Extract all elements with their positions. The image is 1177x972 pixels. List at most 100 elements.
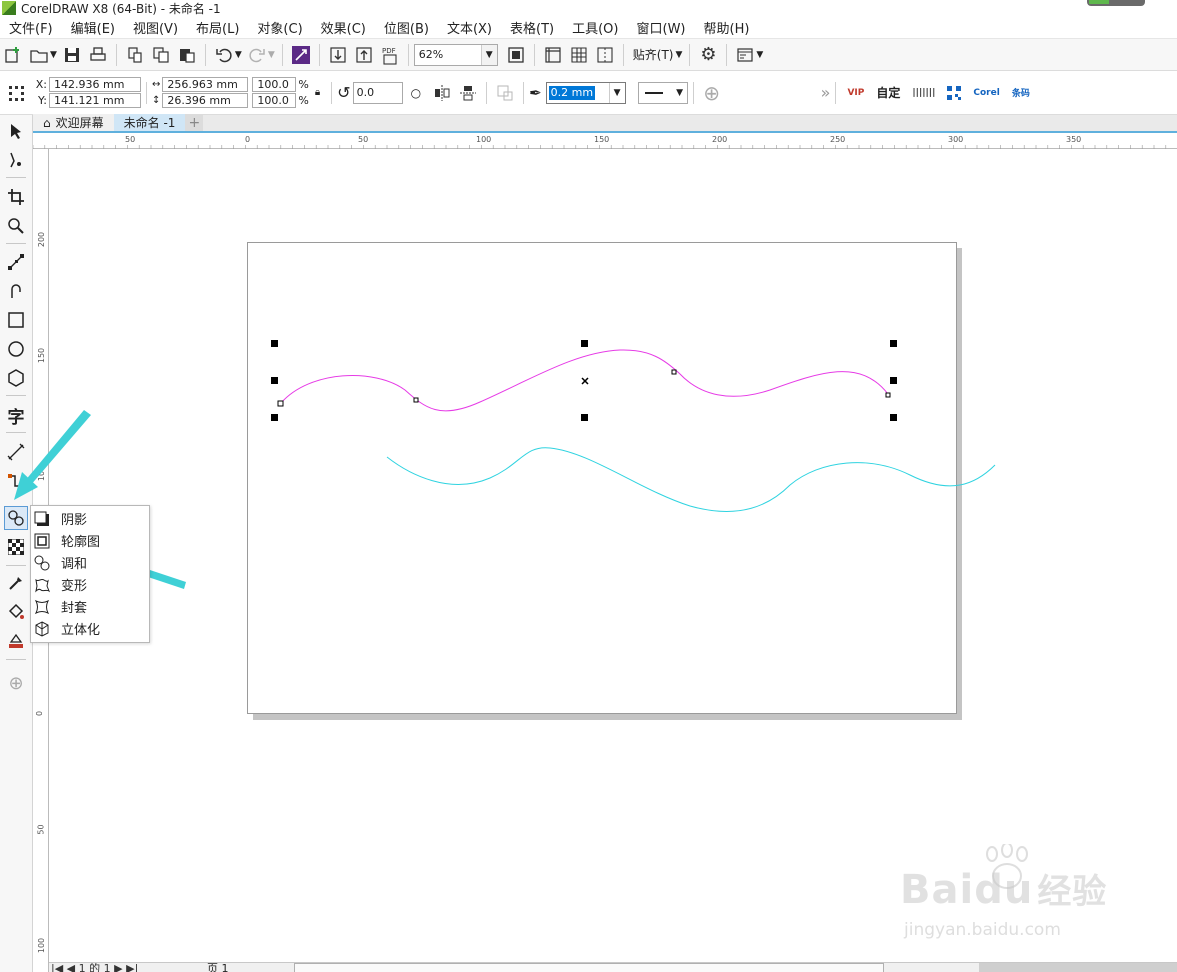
blend-tool-icon[interactable] [4,506,28,530]
flyout-item-drop-shadow[interactable]: 阴影 [33,508,148,529]
new-document-icon[interactable] [1,43,25,67]
open-folder-icon[interactable] [27,43,51,67]
crop-tool-icon[interactable] [4,185,28,209]
rotation-angle-field[interactable]: 0.0 [352,81,403,104]
full-screen-icon[interactable] [504,43,528,67]
shape-tool-icon[interactable] [4,148,28,172]
open-dropdown-icon[interactable]: ▼ [50,50,57,60]
qrcode-plugin-icon[interactable] [942,81,966,105]
redo-dropdown-icon[interactable]: ▼ [268,50,275,60]
corel-plugin-icon[interactable]: Corel [973,88,999,98]
zoom-dropdown-arrow-icon[interactable]: ▼ [480,44,497,65]
smart-fill-tool-icon[interactable] [4,629,28,653]
artistic-media-tool-icon[interactable] [4,279,28,303]
menu-window[interactable]: 窗口(W) [628,18,695,37]
options-gear-icon[interactable]: ⚙ [696,43,720,67]
pick-tool-icon[interactable] [4,119,28,143]
y-position-field[interactable]: 141.121 mm [49,93,141,108]
show-grid-icon[interactable] [567,43,591,67]
add-icon[interactable]: ⊕ [700,81,724,105]
menu-file[interactable]: 文件(F) [0,18,62,37]
import-icon[interactable] [326,43,350,67]
menu-help[interactable]: 帮助(H) [695,18,759,37]
prev-page-icon[interactable]: ◀ [67,963,75,972]
undo-dropdown-icon[interactable]: ▼ [235,50,242,60]
copy-icon[interactable] [149,43,173,67]
flyout-item-envelope[interactable]: 封套 [33,596,148,617]
vip-plugin-icon[interactable]: VIP [847,88,864,98]
polygon-tool-icon[interactable] [4,366,28,390]
mirror-vertical-icon[interactable] [456,81,480,105]
show-rulers-icon[interactable] [541,43,565,67]
connector-tool-icon[interactable] [4,469,28,493]
customize-toolbox-icon[interactable]: ⊕ [4,671,28,695]
scale-y-field[interactable]: 100.0 [252,93,297,108]
menu-bitmaps[interactable]: 位图(B) [375,18,438,37]
page-navigation[interactable]: |◀ ◀ 1 的 1 ▶ ▶| [51,963,138,972]
menu-layout[interactable]: 布局(L) [187,18,248,37]
application-launcher-icon[interactable] [733,43,757,67]
lock-ratio-icon[interactable]: 🔒︎ [315,87,320,98]
new-tab-plus-icon[interactable]: + [185,114,204,131]
mirror-horizontal-icon[interactable] [430,81,454,105]
more-options-icon[interactable]: » [821,83,831,102]
flyout-item-extrude[interactable]: 立体化 [33,618,148,639]
search-content-icon[interactable] [289,43,313,67]
object-origin-icon[interactable] [4,81,28,105]
launcher-dropdown-icon[interactable]: ▼ [756,50,763,60]
barcode-cn-plugin-icon[interactable]: 条码 [1012,86,1030,99]
eyedropper-tool-icon[interactable] [4,571,28,595]
last-page-icon[interactable]: ▶| [126,963,138,972]
menu-table[interactable]: 表格(T) [501,18,563,37]
zoom-level-dropdown[interactable]: 62% ▼ [413,43,498,66]
save-icon[interactable] [60,43,84,67]
snap-to-button[interactable]: 贴齐(T) [633,46,674,63]
to-curves-icon[interactable] [493,81,517,105]
freehand-tool-icon[interactable] [4,250,28,274]
outline-pen-icon[interactable]: ✒ [529,84,542,102]
rectangle-tool-icon[interactable] [4,308,28,332]
horizontal-scrollbar[interactable] [294,963,884,972]
ellipse-tool-icon[interactable] [4,337,28,361]
interactive-fill-tool-icon[interactable] [4,600,28,624]
menu-object[interactable]: 对象(C) [248,18,311,37]
redo-icon[interactable] [245,43,269,67]
scale-x-field[interactable]: 100.0 [252,77,297,92]
tab-welcome-screen[interactable]: ⌂ 欢迎屏幕 [33,114,114,131]
cut-icon[interactable] [123,43,147,67]
line-style-arrow-icon[interactable]: ▼ [673,83,687,103]
first-page-icon[interactable]: |◀ [51,963,63,972]
menu-text[interactable]: 文本(X) [438,18,501,37]
custom-plugin-icon[interactable]: 自定 [876,84,900,101]
text-tool-icon[interactable]: 字 [4,403,28,428]
paste-icon[interactable] [175,43,199,67]
parallel-dimension-tool-icon[interactable] [4,440,28,464]
object-width-field[interactable]: 256.963 mm [162,77,249,92]
object-height-field[interactable]: 26.396 mm [162,93,249,108]
outline-width-arrow-icon[interactable]: ▼ [608,82,625,103]
menu-tools[interactable]: 工具(O) [563,18,627,37]
menu-view[interactable]: 视图(V) [124,18,187,37]
tab-document[interactable]: 未命名 -1 [113,114,186,131]
menu-edit[interactable]: 编辑(E) [62,18,124,37]
page-tab-1[interactable]: 页 1 [207,963,229,972]
barcode-plugin-icon[interactable]: ||||||| [912,88,935,98]
window-controls[interactable] [1087,0,1145,6]
zoom-tool-icon[interactable] [4,214,28,238]
document-page[interactable] [247,242,957,714]
menu-effects[interactable]: 效果(C) [312,18,375,37]
transparency-tool-icon[interactable] [4,535,28,559]
outline-width-dropdown[interactable]: 0.2 mm ▼ [545,81,626,104]
snap-dropdown-icon[interactable]: ▼ [675,50,682,60]
undo-icon[interactable] [212,43,236,67]
export-icon[interactable] [352,43,376,67]
print-icon[interactable] [86,43,110,67]
show-guidelines-icon[interactable] [593,43,617,67]
flyout-item-distort[interactable]: 变形 [33,574,148,595]
line-style-dropdown[interactable]: ▼ [637,81,688,104]
flyout-item-contour[interactable]: 轮廓图 [33,530,148,551]
publish-pdf-icon[interactable]: PDF [378,43,402,67]
x-position-field[interactable]: 142.936 mm [49,77,141,92]
next-page-icon[interactable]: ▶ [114,963,122,972]
flyout-item-blend[interactable]: 调和 [33,552,148,573]
